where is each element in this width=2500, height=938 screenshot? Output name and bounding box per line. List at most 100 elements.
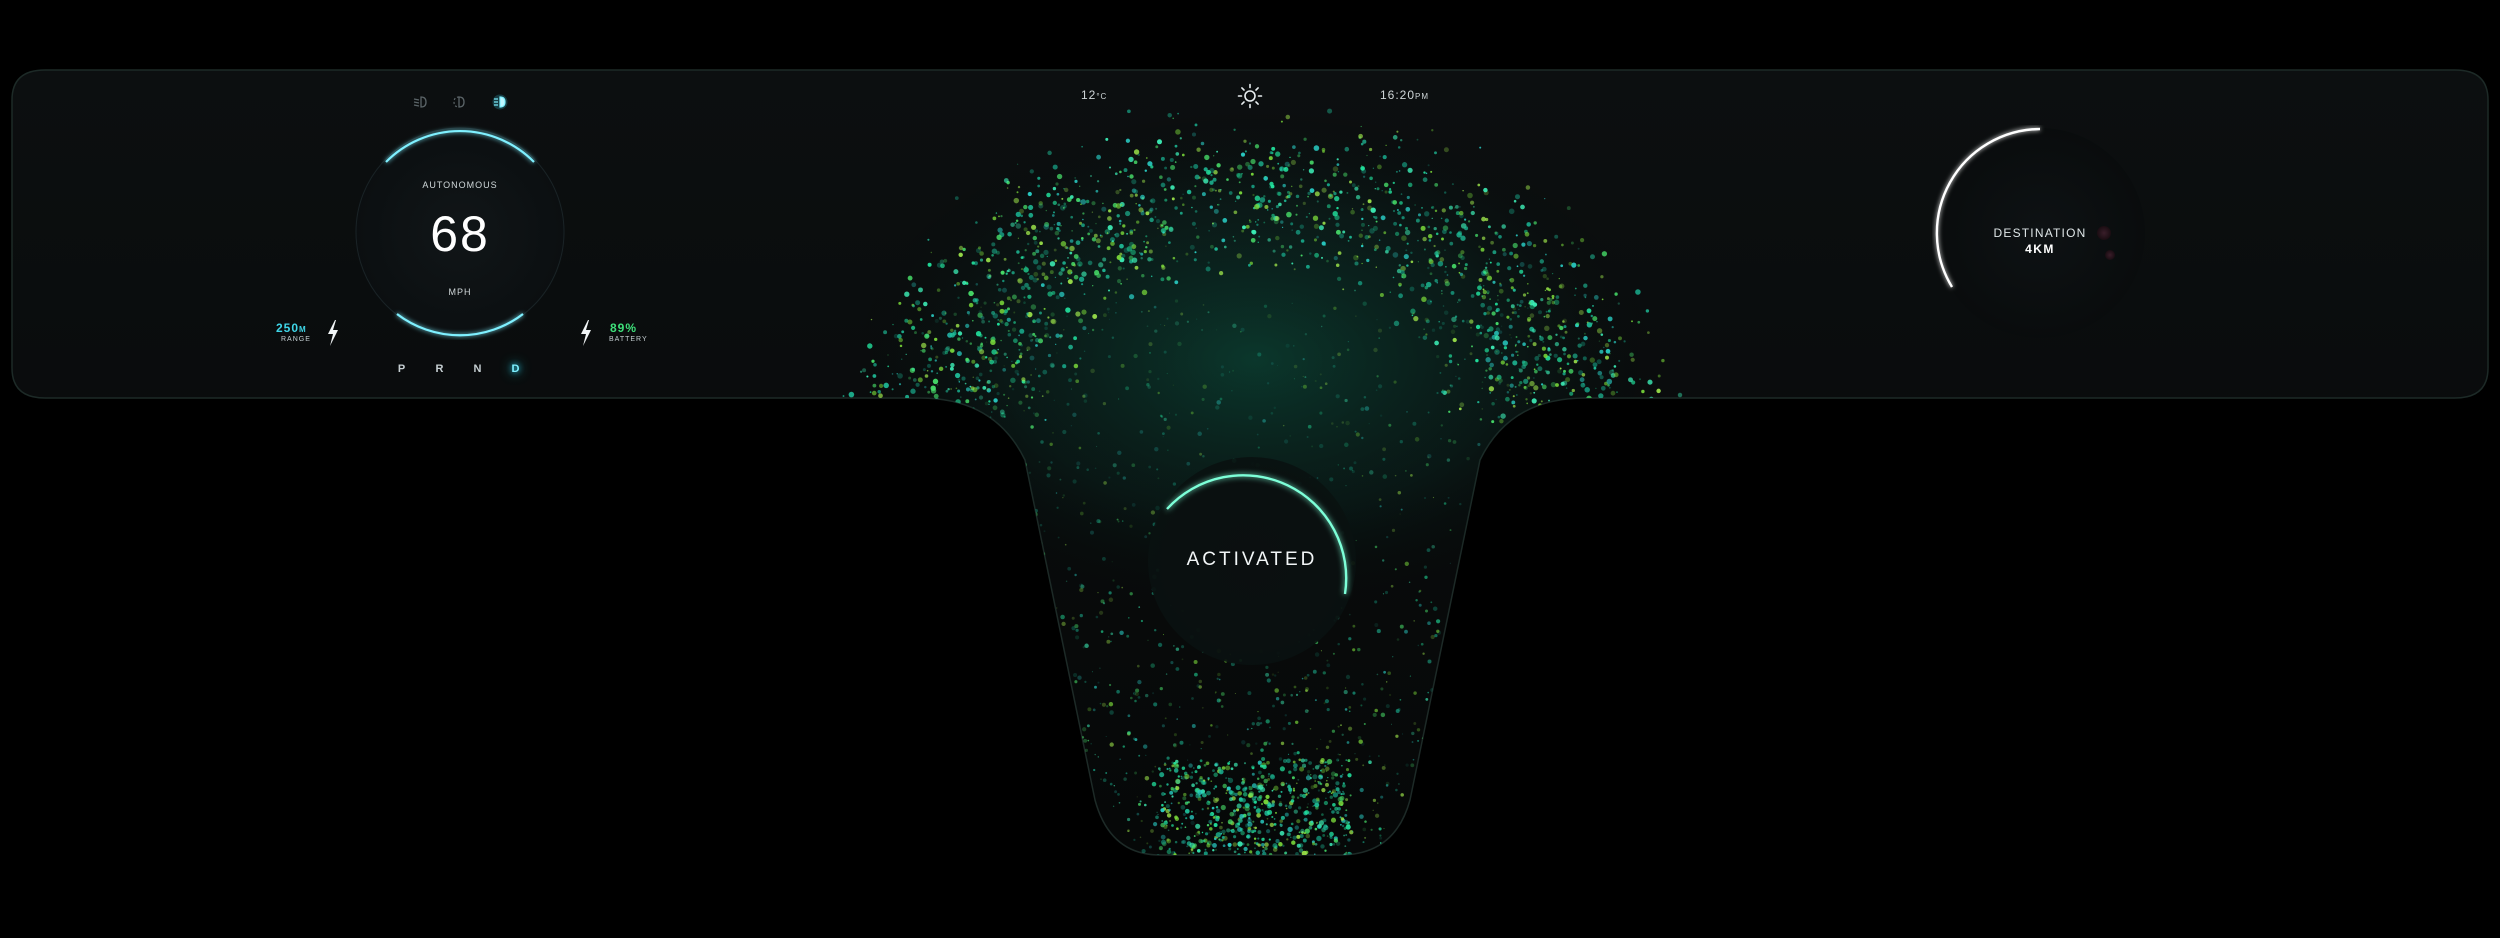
particle (1417, 213, 1422, 217)
particle (1041, 272, 1046, 277)
particle (982, 450, 985, 454)
particle (974, 363, 980, 368)
particle (921, 332, 924, 335)
particle (1206, 790, 1211, 796)
particle (1157, 377, 1160, 381)
particle (1385, 704, 1390, 709)
gear-park[interactable]: P (395, 363, 409, 375)
particle (1206, 169, 1211, 175)
particle (1302, 169, 1305, 171)
particle (1174, 144, 1178, 148)
particle (1576, 359, 1579, 362)
particle (1067, 269, 1073, 275)
particle (1210, 724, 1213, 727)
particle (1306, 673, 1310, 677)
particle (1084, 680, 1087, 684)
particle (1169, 790, 1174, 795)
particle (1043, 307, 1046, 310)
particle (1562, 318, 1567, 324)
particle (1291, 742, 1294, 745)
particle (1009, 385, 1012, 388)
particle (1139, 836, 1142, 839)
particle (1162, 231, 1165, 234)
particle (1165, 245, 1167, 247)
particle (1326, 204, 1331, 209)
particle (997, 319, 999, 321)
particle (1266, 741, 1269, 744)
particle (1238, 191, 1243, 195)
particle (1000, 270, 1005, 275)
parking-light-icon[interactable] (452, 94, 468, 110)
particle (1374, 187, 1377, 190)
high-beam-icon[interactable] (492, 94, 508, 110)
particle (1191, 221, 1196, 226)
particle (1210, 843, 1213, 846)
particle (1401, 276, 1403, 278)
gear-drive[interactable]: D (509, 363, 523, 375)
particle (1073, 673, 1078, 678)
particle (1517, 453, 1523, 459)
particle (1081, 283, 1084, 286)
gear-neutral[interactable]: N (471, 363, 485, 375)
particle (1584, 296, 1587, 299)
particle (1265, 719, 1270, 724)
particle (1424, 575, 1428, 579)
particle (1331, 810, 1335, 814)
particle (1440, 217, 1443, 220)
particle (1176, 827, 1179, 831)
particle (1279, 830, 1285, 836)
particle (1111, 561, 1113, 563)
particle (1384, 190, 1388, 194)
particle (1483, 285, 1485, 287)
particle (1043, 595, 1045, 597)
particle (1405, 470, 1407, 472)
particle (1150, 165, 1154, 169)
particle (1173, 853, 1177, 855)
particle (1163, 417, 1167, 421)
particle (1176, 718, 1178, 720)
particle (925, 333, 929, 338)
particle (1084, 643, 1089, 649)
particle (1354, 186, 1359, 191)
particle (1046, 284, 1052, 290)
particle (997, 288, 1002, 292)
particle (1376, 629, 1381, 634)
particle (892, 323, 894, 326)
low-beam-icon[interactable] (412, 94, 428, 110)
particle (1325, 797, 1327, 800)
particle (1229, 790, 1235, 796)
particle (1154, 329, 1158, 333)
particle (1034, 412, 1040, 418)
particle (1271, 146, 1276, 151)
particle (1379, 842, 1382, 844)
particle (1374, 708, 1378, 713)
particle (1126, 634, 1130, 638)
particle (1490, 345, 1495, 350)
particle (1049, 336, 1052, 339)
particle (1321, 187, 1327, 193)
particle (970, 416, 976, 421)
particle (1076, 461, 1081, 466)
particle (1250, 158, 1256, 165)
particle (1264, 846, 1268, 851)
particle (1229, 371, 1231, 373)
particle (1120, 363, 1125, 368)
particle (1354, 261, 1359, 266)
particle (1280, 700, 1285, 705)
gear-reverse[interactable]: R (433, 363, 447, 375)
particle (1127, 175, 1129, 178)
particle (1019, 328, 1025, 334)
particle (1491, 402, 1495, 406)
time-unit: PM (1415, 92, 1430, 101)
particle (1360, 244, 1364, 248)
particle (947, 416, 950, 418)
particle (1449, 562, 1452, 564)
sun-icon[interactable] (1237, 83, 1263, 109)
particle (988, 320, 991, 323)
particle (1092, 314, 1098, 319)
particle (1062, 494, 1066, 497)
particle (1434, 340, 1439, 346)
particle (1524, 306, 1526, 308)
particle (1251, 772, 1255, 776)
particle (1332, 802, 1336, 807)
